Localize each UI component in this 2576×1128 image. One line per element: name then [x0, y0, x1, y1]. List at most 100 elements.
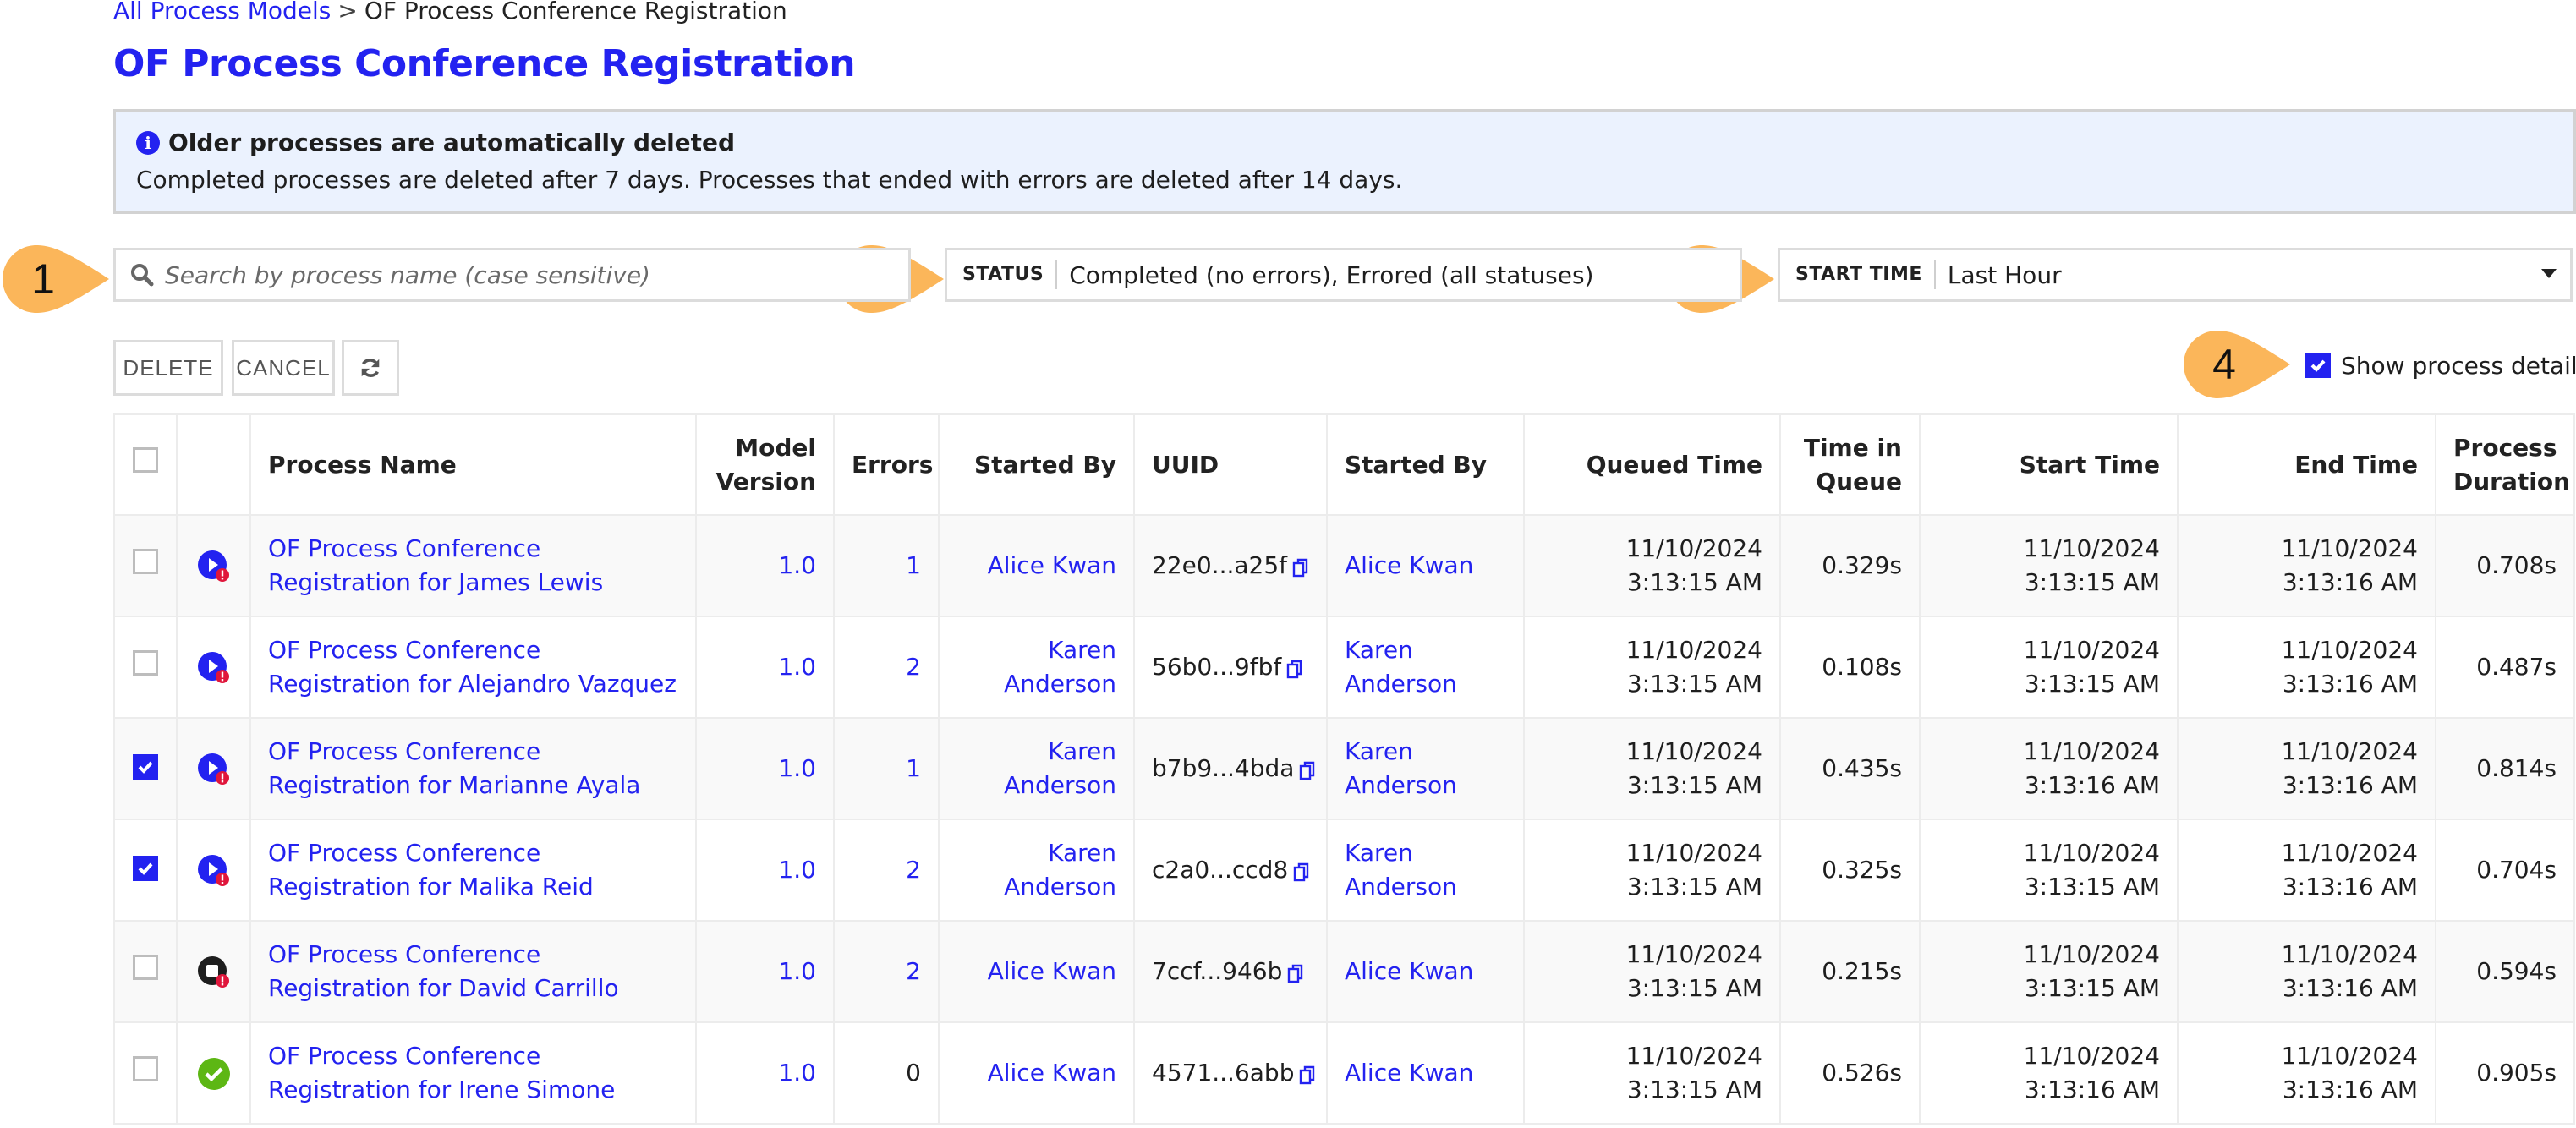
- start-time-cell: 11/10/2024 3:13:15 AM: [1919, 920, 2179, 1023]
- started-by-link[interactable]: Karen Anderson: [1004, 839, 1116, 901]
- table-row: OF Process Conference Registration for A…: [113, 616, 2575, 719]
- model-version-link[interactable]: 1.0: [778, 1059, 816, 1087]
- started-by-cell: Karen Anderson: [938, 616, 1135, 719]
- column-header-started-by[interactable]: Started By: [938, 413, 1135, 516]
- running-with-error-icon: [197, 550, 231, 583]
- process-name-link[interactable]: OF Process Conference Registration for M…: [268, 839, 594, 901]
- delete-button[interactable]: DELETE: [113, 340, 223, 396]
- marker-number: 1: [31, 255, 55, 303]
- checkmark-icon: [2310, 359, 2326, 372]
- uuid-text: c2a0...ccd8: [1152, 856, 1289, 884]
- copy-icon[interactable]: [1287, 961, 1304, 983]
- breadcrumb-all-process-models[interactable]: All Process Models: [113, 0, 331, 25]
- row-checkbox[interactable]: [133, 856, 158, 881]
- running-with-error-icon: [197, 854, 231, 888]
- process-duration-cell: 0.708s: [2435, 514, 2575, 617]
- started-by-2-link[interactable]: Karen Anderson: [1345, 737, 1457, 799]
- errors-count[interactable]: 2: [906, 653, 921, 681]
- end-time-cell: 11/10/2024 3:13:16 AM: [2177, 920, 2436, 1023]
- row-checkbox[interactable]: [133, 754, 158, 780]
- status-filter[interactable]: STATUS Completed (no errors), Errored (a…: [945, 248, 1742, 302]
- column-header-queued-time[interactable]: Queued Time: [1523, 413, 1781, 516]
- table-row: OF Process Conference Registration for M…: [113, 717, 2575, 820]
- row-checkbox[interactable]: [133, 954, 158, 980]
- started-by-2-link[interactable]: Alice Kwan: [1345, 957, 1473, 985]
- started-by-link[interactable]: Karen Anderson: [1004, 636, 1116, 698]
- row-select-cell: [113, 717, 178, 820]
- started-by-cell: Karen Anderson: [938, 819, 1135, 922]
- column-header-process-name[interactable]: Process Name: [249, 413, 697, 516]
- process-name-link[interactable]: OF Process Conference Registration for I…: [268, 1042, 615, 1103]
- model-version-link[interactable]: 1.0: [778, 551, 816, 579]
- refresh-button[interactable]: [342, 340, 399, 396]
- started-by-link[interactable]: Alice Kwan: [988, 957, 1116, 985]
- column-header-started-by-2[interactable]: Started By: [1326, 413, 1525, 516]
- row-select-cell: [113, 819, 178, 922]
- started-by-cell: Alice Kwan: [938, 514, 1135, 617]
- process-name-link[interactable]: OF Process Conference Registration for D…: [268, 940, 619, 1002]
- row-checkbox[interactable]: [133, 1055, 158, 1081]
- row-checkbox[interactable]: [133, 649, 158, 676]
- row-checkbox[interactable]: [133, 548, 158, 574]
- process-name-link[interactable]: OF Process Conference Registration for A…: [268, 636, 677, 698]
- show-process-details-checkbox[interactable]: [2305, 353, 2331, 378]
- started-by-2-cell: Karen Anderson: [1326, 819, 1525, 922]
- process-name-link[interactable]: OF Process Conference Registration for J…: [268, 534, 603, 596]
- started-by-link[interactable]: Alice Kwan: [988, 551, 1116, 579]
- column-header-time-in-queue[interactable]: Time in Queue: [1779, 413, 1921, 516]
- processes-table: Process Name Model Version Errors Starte…: [113, 413, 2575, 1125]
- column-header-errors[interactable]: Errors: [833, 413, 940, 516]
- start-time-filter[interactable]: START TIME Last Hour: [1778, 248, 2573, 302]
- breadcrumb: All Process Models > OF Process Conference…: [113, 0, 787, 25]
- caret-down-icon[interactable]: [2541, 269, 2557, 278]
- queued-time-cell: 11/10/2024 3:13:15 AM: [1523, 717, 1781, 820]
- started-by-2-link[interactable]: Karen Anderson: [1345, 636, 1457, 698]
- copy-icon[interactable]: [1286, 657, 1303, 679]
- errors-count[interactable]: 2: [906, 957, 921, 985]
- errors-cell: 2: [833, 616, 940, 719]
- started-by-2-link[interactable]: Alice Kwan: [1345, 1059, 1473, 1087]
- column-header-model-version[interactable]: Model Version: [695, 413, 835, 516]
- process-duration-cell: 0.487s: [2435, 616, 2575, 719]
- process-name-cell: OF Process Conference Registration for A…: [249, 616, 697, 719]
- model-version-link[interactable]: 1.0: [778, 856, 816, 884]
- process-duration-cell: 0.594s: [2435, 920, 2575, 1023]
- copy-icon[interactable]: [1299, 1063, 1316, 1085]
- errors-cell: 1: [833, 514, 940, 617]
- copy-icon[interactable]: [1292, 556, 1309, 578]
- started-by-link[interactable]: Alice Kwan: [988, 1059, 1116, 1087]
- column-header-process-duration[interactable]: Process Duration: [2435, 413, 2575, 516]
- errors-count[interactable]: 1: [906, 551, 921, 579]
- started-by-2-link[interactable]: Alice Kwan: [1345, 551, 1473, 579]
- uuid-text: 4571...6abb: [1152, 1059, 1295, 1087]
- copy-icon[interactable]: [1299, 758, 1316, 780]
- time-in-queue-cell: 0.435s: [1779, 717, 1921, 820]
- checkmark-icon: [138, 862, 153, 875]
- model-version-link[interactable]: 1.0: [778, 653, 816, 681]
- cancel-button[interactable]: CANCEL: [232, 340, 335, 396]
- model-version-link[interactable]: 1.0: [778, 754, 816, 782]
- table-row: OF Process Conference Registration for I…: [113, 1021, 2575, 1125]
- row-select-cell: [113, 616, 178, 719]
- errors-cell: 1: [833, 717, 940, 820]
- end-time-cell: 11/10/2024 3:13:16 AM: [2177, 1021, 2436, 1125]
- end-time-cell: 11/10/2024 3:13:16 AM: [2177, 819, 2436, 922]
- process-name-cell: OF Process Conference Registration for D…: [249, 920, 697, 1023]
- errors-count[interactable]: 2: [906, 856, 921, 884]
- column-header-end-time[interactable]: End Time: [2177, 413, 2436, 516]
- column-header-uuid[interactable]: UUID: [1133, 413, 1328, 516]
- started-by-link[interactable]: Karen Anderson: [1004, 737, 1116, 799]
- time-in-queue-cell: 0.329s: [1779, 514, 1921, 617]
- show-process-details-toggle[interactable]: Show process details: [2305, 348, 2576, 382]
- select-all-header: [113, 413, 178, 516]
- row-status-cell: [176, 819, 251, 922]
- model-version-link[interactable]: 1.0: [778, 957, 816, 985]
- model-version-cell: 1.0: [695, 717, 835, 820]
- select-all-checkbox[interactable]: [133, 447, 158, 473]
- search-input[interactable]: [163, 260, 894, 290]
- process-name-link[interactable]: OF Process Conference Registration for M…: [268, 737, 640, 799]
- started-by-2-link[interactable]: Karen Anderson: [1345, 839, 1457, 901]
- errors-count[interactable]: 1: [906, 754, 921, 782]
- column-header-start-time[interactable]: Start Time: [1919, 413, 2179, 516]
- copy-icon[interactable]: [1293, 860, 1310, 882]
